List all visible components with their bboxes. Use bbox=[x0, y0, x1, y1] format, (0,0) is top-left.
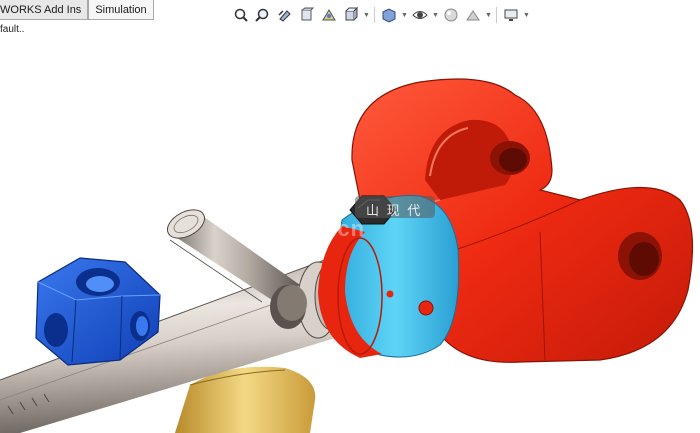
zoom-to-fit-icon[interactable] bbox=[230, 5, 252, 25]
chevron-down-icon[interactable]: ▼ bbox=[362, 5, 371, 25]
view-settings-icon[interactable] bbox=[500, 5, 522, 25]
previous-view-icon[interactable] bbox=[274, 5, 296, 25]
view-orientation-icon[interactable] bbox=[340, 5, 362, 25]
hide-show-items-icon[interactable] bbox=[409, 5, 431, 25]
toolbar-separator bbox=[374, 7, 375, 23]
view-toolbar: ▼ ▼ ▼ ▼ ▼ bbox=[230, 4, 531, 26]
display-style-icon[interactable] bbox=[378, 5, 400, 25]
chevron-down-icon[interactable]: ▼ bbox=[400, 5, 409, 25]
watermark-chinese: 山 现 代 bbox=[366, 203, 423, 218]
command-manager-tabs: WORKS Add Ins Simulation bbox=[0, 0, 154, 21]
chevron-down-icon[interactable]: ▼ bbox=[431, 5, 440, 25]
edit-appearance-icon[interactable] bbox=[440, 5, 462, 25]
chevron-down-icon[interactable]: ▼ bbox=[522, 5, 531, 25]
apply-scene-icon[interactable] bbox=[462, 5, 484, 25]
tab-simulation[interactable]: Simulation bbox=[88, 0, 154, 20]
watermark-text: mxd.cn bbox=[282, 216, 366, 241]
chevron-down-icon[interactable]: ▼ bbox=[484, 5, 493, 25]
zoom-to-area-icon[interactable] bbox=[252, 5, 274, 25]
section-view-icon[interactable] bbox=[296, 5, 318, 25]
toolbar-separator bbox=[496, 7, 497, 23]
tab-add-ins[interactable]: WORKS Add Ins bbox=[0, 0, 89, 20]
dynamic-annotation-icon[interactable] bbox=[318, 5, 340, 25]
config-text: fault.. bbox=[0, 24, 25, 35]
